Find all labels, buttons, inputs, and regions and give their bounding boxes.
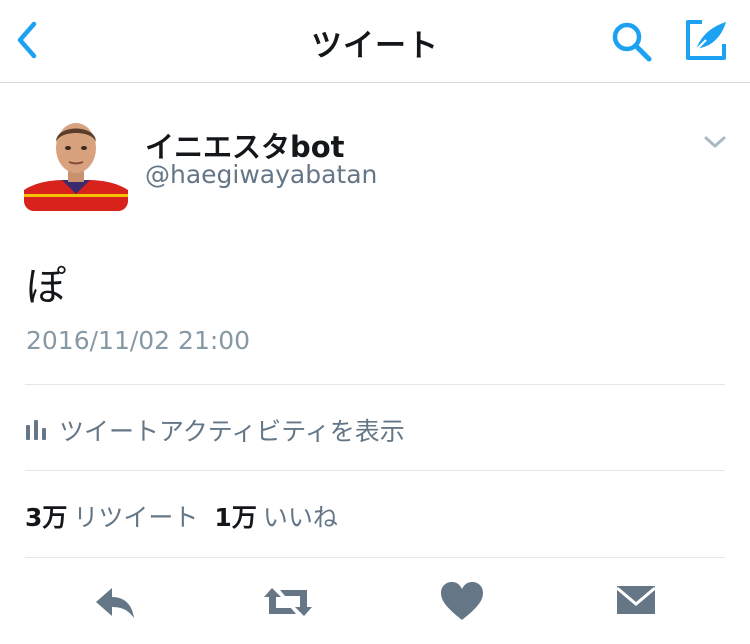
tweet-text: ぽ [26,264,66,310]
tweet-activity-link[interactable]: ツイートアクティビティを表示 [25,402,725,454]
likes-stat[interactable]: 1万 いいね [214,498,337,534]
divider [25,557,725,558]
compose-tweet-button[interactable] [682,16,730,64]
bar-chart-icon [26,420,46,440]
likes-count: 1万 [214,503,257,532]
reply-button[interactable] [90,580,140,624]
likes-label: いいね [262,503,338,532]
search-icon [612,22,652,62]
retweets-stat[interactable]: 3万 リツイート [25,498,198,534]
retweets-count: 3万 [25,503,68,532]
tweet-activity-label: ツイートアクティビティを表示 [59,417,405,446]
divider [25,470,725,471]
retweets-label: リツイート [73,503,199,532]
avatar[interactable] [24,110,128,211]
tweet-options-button[interactable] [702,132,728,152]
like-icon [441,582,483,620]
reply-icon [96,588,134,618]
tweet-timestamp: 2016/11/02 21:00 [26,326,251,355]
direct-message-icon [616,586,656,614]
direct-message-button[interactable] [612,580,662,624]
retweet-icon [264,588,312,616]
divider [25,384,725,385]
profile-photo-icon [24,110,128,211]
compose-tweet-icon [686,20,726,60]
author-handle[interactable]: @haegiwayabatan [145,160,377,189]
retweet-button[interactable] [260,580,316,624]
navigation-bar: ツイート [0,0,750,83]
tweet-stats: 3万 リツイート 1万 いいね [25,498,354,538]
like-button[interactable] [437,580,487,624]
chevron-down-icon [704,136,726,148]
search-button[interactable] [610,20,654,64]
